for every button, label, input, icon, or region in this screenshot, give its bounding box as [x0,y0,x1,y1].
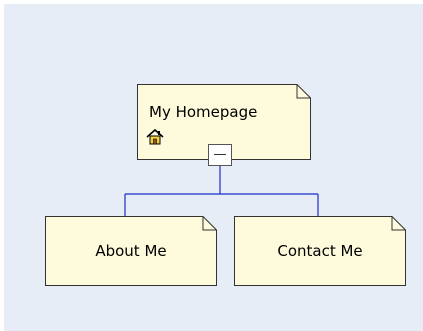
sitemap-canvas: My Homepage About Me Contact Me [4,4,423,331]
node-label: About Me [95,242,167,260]
node-about-me[interactable]: About Me [45,216,217,286]
collapse-toggle-button[interactable] [208,144,232,166]
node-label: My Homepage [149,103,258,121]
home-icon [146,128,164,145]
node-contact-me[interactable]: Contact Me [234,216,406,286]
node-label: Contact Me [277,242,363,260]
